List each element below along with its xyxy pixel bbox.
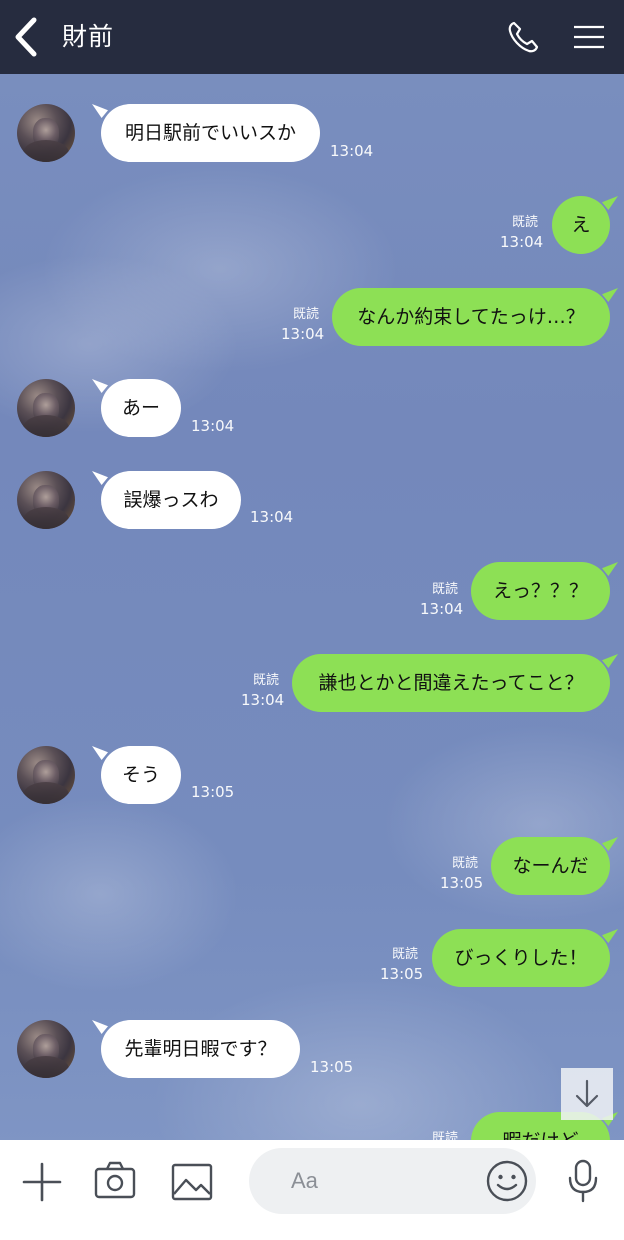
message-time: 13:04 [191, 417, 235, 435]
message-time: 13:04 [420, 600, 464, 618]
outgoing-message-bubble[interactable]: びっくりした！ [432, 929, 610, 987]
sender-avatar[interactable] [17, 471, 75, 529]
outgoing-message-bubble[interactable]: えっ？？？ [471, 562, 610, 620]
outgoing-message-bubble[interactable]: なんか約束してたっけ…？ [332, 288, 610, 346]
message-time: 13:04 [250, 508, 294, 526]
plus-button[interactable] [20, 1160, 64, 1204]
read-receipt: 既読 [253, 673, 280, 688]
message-time: 13:04 [241, 691, 285, 709]
camera-button[interactable] [93, 1160, 137, 1202]
outgoing-message-bubble[interactable]: なーんだ [491, 837, 610, 895]
emoji-button[interactable] [485, 1159, 529, 1203]
image-icon [171, 1163, 213, 1201]
message-list[interactable]: 明日駅前でいいスか 13:04 既読 13:04 え 既読 13:04 なんか約… [0, 74, 624, 1140]
sender-avatar[interactable] [17, 746, 75, 804]
image-button[interactable] [170, 1162, 214, 1202]
microphone-button[interactable] [565, 1158, 601, 1204]
message-time: 13:05 [310, 1058, 354, 1076]
phone-icon [508, 21, 539, 53]
message-time: 13:05 [440, 874, 484, 892]
back-chevron-icon [15, 17, 37, 57]
chat-title: 財前 [62, 22, 115, 51]
read-receipt: 既読 [293, 307, 320, 322]
emoji-icon [486, 1160, 528, 1202]
call-button[interactable] [506, 19, 542, 55]
message-time: 13:05 [380, 965, 424, 983]
incoming-message-bubble[interactable]: 先輩明日暇です？ [101, 1020, 300, 1078]
menu-button[interactable] [570, 22, 608, 52]
read-receipt: 既読 [452, 856, 479, 871]
read-receipt: 既読 [512, 215, 539, 230]
outgoing-message-bubble[interactable]: え [552, 196, 610, 254]
sender-avatar[interactable] [17, 379, 75, 437]
incoming-message-bubble[interactable]: あー [101, 379, 181, 437]
outgoing-message-bubble[interactable]: 謙也とかと間違えたってこと？ [292, 654, 610, 712]
incoming-message-bubble[interactable]: 明日駅前でいいスか [101, 104, 320, 162]
message-time: 13:04 [281, 325, 325, 343]
read-receipt: 既読 [432, 1131, 459, 1140]
camera-icon [94, 1161, 136, 1199]
incoming-message-bubble[interactable]: 誤爆っスわ [101, 471, 241, 529]
read-receipt: 既読 [392, 947, 419, 962]
message-time: 13:05 [191, 783, 235, 801]
back-button[interactable] [10, 17, 46, 57]
sender-avatar[interactable] [17, 1020, 75, 1078]
header-bar: 財前 [0, 0, 624, 74]
message-time: 13:04 [500, 233, 544, 251]
plus-icon [22, 1162, 62, 1202]
read-receipt: 既読 [432, 582, 459, 597]
hamburger-menu-icon [574, 25, 604, 49]
background-cloud [0, 794, 240, 994]
chat-screen: 財前 明日駅前でいいスか 13:04 既読 13:04 え 既読 13:04 な… [0, 0, 624, 1240]
arrow-down-icon [575, 1079, 599, 1108]
incoming-message-bubble[interactable]: そう [101, 746, 181, 804]
microphone-icon [568, 1159, 598, 1203]
message-time: 13:04 [330, 142, 374, 160]
scroll-to-bottom-button[interactable] [561, 1068, 613, 1120]
sender-avatar[interactable] [17, 104, 75, 162]
input-bar [0, 1140, 624, 1240]
